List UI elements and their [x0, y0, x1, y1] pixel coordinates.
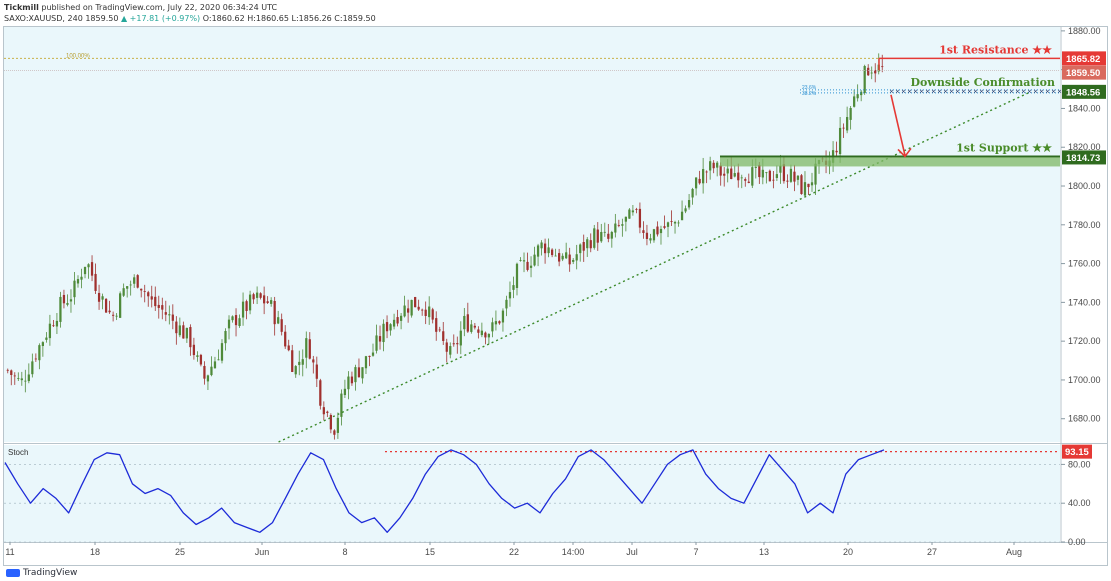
footer: TradingView — [0, 566, 1111, 581]
tradingview-logo-icon — [6, 569, 20, 577]
chart-frame — [3, 26, 1108, 566]
tradingview-brand: TradingView — [23, 568, 78, 578]
tradingview-logo[interactable]: TradingView — [6, 568, 77, 578]
